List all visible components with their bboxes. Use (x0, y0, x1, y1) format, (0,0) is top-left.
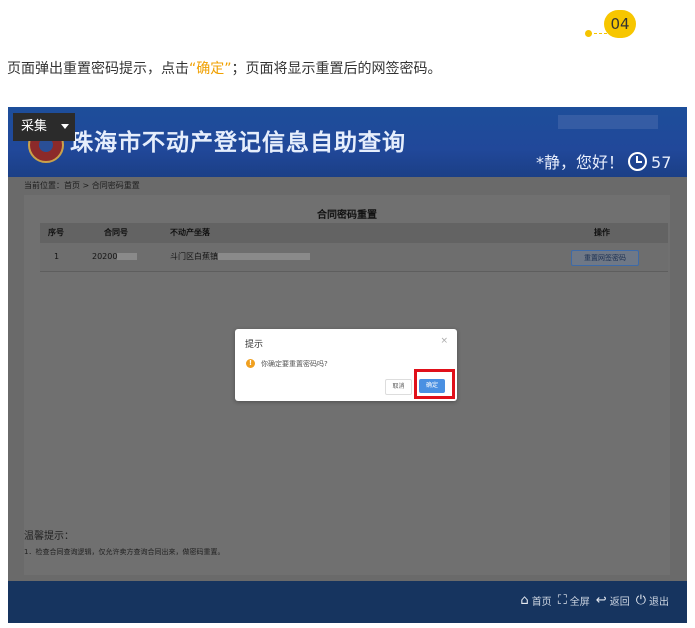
reset-password-button[interactable]: 重置网签密码 (571, 250, 639, 266)
close-icon[interactable]: × (440, 336, 448, 346)
col-index: 序号 (48, 228, 64, 237)
dialog-title: 提示 (245, 340, 264, 350)
app-title: 珠海市不动产登记信息自助查询 (70, 129, 406, 156)
home-icon: ⌂ (520, 593, 529, 608)
tips-title: 温馨提示： (24, 531, 74, 542)
row-property: 斗门区白蕉镇 (170, 243, 310, 271)
tips-note: 1．检查合同查询逻辑，仅允许卖方查询合同出来，做密码重置。 (24, 548, 225, 556)
table-row: 1 20200 斗门区白蕉镇 重置网签密码 (40, 243, 668, 272)
caret-down-icon (61, 124, 69, 129)
warning-icon: ! (246, 359, 255, 368)
countdown: 57 (651, 153, 672, 172)
callout-highlight (414, 369, 455, 399)
app-footer: ⌂ 首页 ⛶ 全屏 ↩ 返回 ⏻ 退出 (8, 581, 687, 623)
step-dot (585, 30, 592, 37)
row-contract-no: 20200 (92, 243, 138, 271)
breadcrumb: 当前位置：首页 > 合同密码重置 (24, 181, 140, 190)
header-redacted-area (558, 115, 658, 129)
greeting: *静，您好！ 57 (536, 152, 672, 172)
back-icon: ↩ (595, 593, 607, 608)
instruction-text: 页面弹出重置密码提示，点击“确定”；页面将显示重置后的网签密码。 (7, 61, 442, 77)
exit-button[interactable]: ⏻ 退出 (636, 593, 669, 608)
back-button[interactable]: ↩ 返回 (596, 593, 630, 608)
fullscreen-button[interactable]: ⛶ 全屏 (558, 593, 590, 608)
col-contract-no: 合同号 (104, 228, 128, 237)
col-property: 不动产坐落 (170, 228, 210, 237)
table-header: 序号 合同号 不动产坐落 操作 (40, 223, 668, 243)
step-badge: 04 (604, 10, 636, 38)
dialog-message: 你确定要重置密码吗? (261, 360, 328, 368)
clock-icon (628, 152, 648, 171)
app-header: 珠海市不动产登记信息自助查询 *静，您好！ 57 采集 (8, 107, 687, 177)
fullscreen-icon: ⛶ (557, 593, 567, 608)
home-button[interactable]: ⌂ 首页 (520, 593, 551, 608)
collect-button[interactable]: 采集 (13, 113, 75, 141)
row-index: 1 (54, 252, 60, 261)
cancel-button[interactable]: 取消 (385, 379, 412, 395)
power-icon: ⏻ (635, 593, 646, 608)
col-action: 操作 (594, 228, 610, 237)
instruction-highlight: “确定” (189, 61, 232, 77)
panel-title: 合同密码重置 (317, 210, 377, 221)
